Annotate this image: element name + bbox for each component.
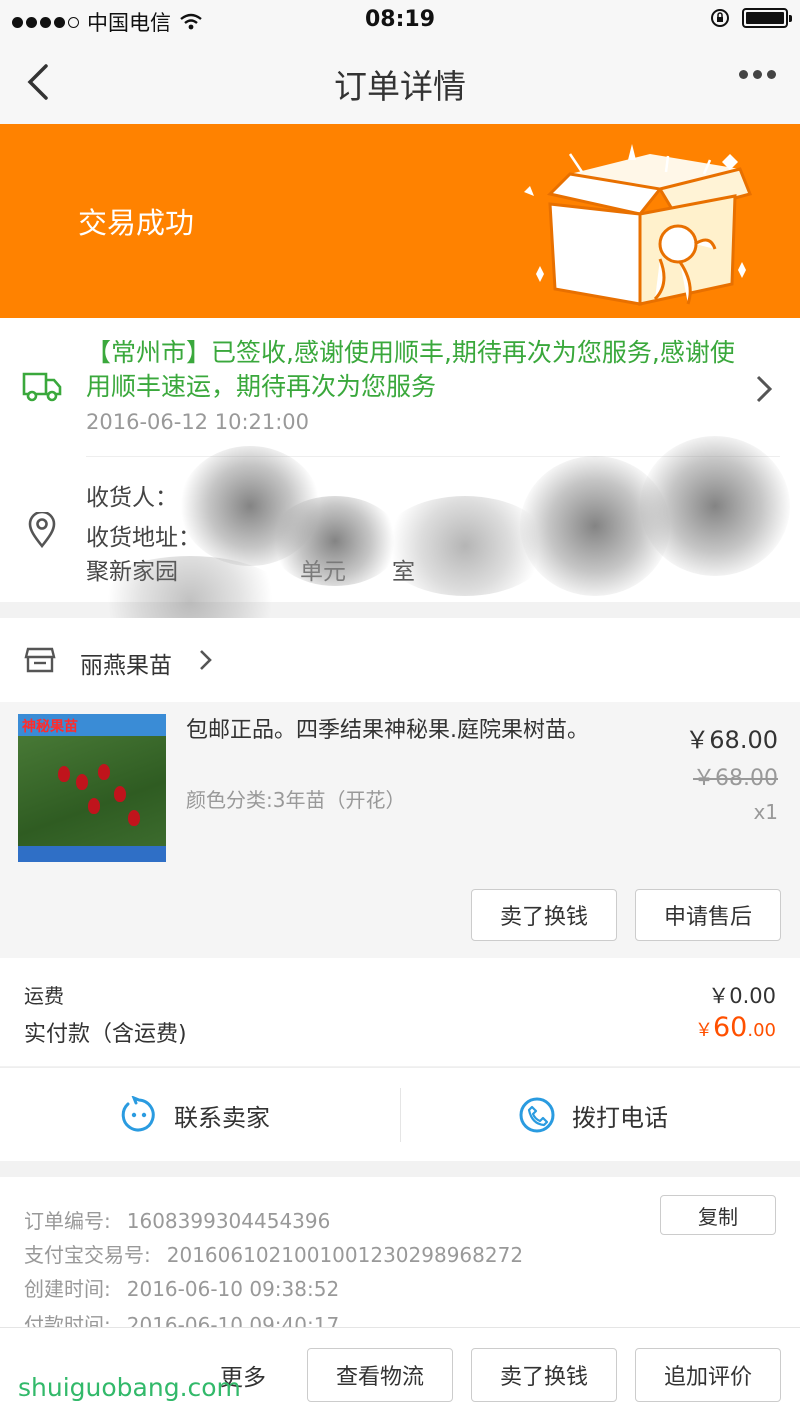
contact-seller-label: 联系卖家	[174, 1103, 270, 1132]
order-info: 订单编号: 1608399304454396 复制 支付宝交易号: 20160610…	[0, 1177, 800, 1337]
sell-again-button[interactable]: 卖了换钱	[471, 1348, 617, 1402]
watermark: shuiguobang.com	[18, 1373, 241, 1402]
nav-bar: 订单详情	[0, 40, 800, 124]
logistics-time: 2016-06-12 10:21:00	[86, 410, 310, 434]
call-phone-button[interactable]: 拨打电话	[518, 1096, 668, 1134]
alipay-number-row: 支付宝交易号: 2016061021001001230298968272	[24, 1239, 523, 1268]
truck-icon	[22, 372, 62, 402]
product-price: ￥68.00	[685, 726, 778, 754]
order-number-label: 订单编号:	[24, 1209, 111, 1233]
created-time-label: 创建时间:	[24, 1277, 111, 1301]
shop-row[interactable]: 丽燕果苗	[0, 618, 800, 702]
order-number-row: 订单编号: 1608399304454396	[24, 1205, 330, 1234]
contact-seller-button[interactable]: 联系卖家	[120, 1096, 270, 1134]
happy-box-illustration	[524, 144, 753, 306]
chevron-right-icon	[200, 650, 212, 670]
status-right	[710, 8, 792, 28]
address-card: 收货人： 收货地址： 聚新家园 单元 室	[0, 436, 800, 646]
contact-row: 联系卖家 拨打电话	[0, 1067, 800, 1161]
call-phone-label: 拨打电话	[572, 1103, 668, 1132]
location-pin-icon	[28, 512, 56, 548]
product-thumbnail[interactable]: 神秘果苗	[18, 714, 166, 862]
shipping-value: ￥0.00	[708, 984, 776, 1008]
alipay-number: 2016061021001001230298968272	[166, 1243, 524, 1267]
copy-button[interactable]: 复制	[660, 1195, 776, 1235]
paid-currency: ￥	[695, 1020, 713, 1041]
shipping-label: 运费	[24, 984, 64, 1008]
status-bar: 中国电信 08:19	[0, 0, 800, 40]
add-review-button[interactable]: 追加评价	[635, 1348, 781, 1402]
paid-decimal: .00	[747, 1020, 776, 1041]
paid-integer: 60	[713, 1012, 748, 1043]
sell-button[interactable]: 卖了换钱	[471, 889, 617, 941]
order-number: 1608399304454396	[126, 1209, 331, 1233]
product-quantity: x1	[753, 800, 778, 824]
product-title: 包邮正品。四季结果神秘果.庭院果树苗。	[186, 718, 589, 743]
store-icon	[24, 647, 56, 673]
order-item[interactable]: 神秘果苗 包邮正品。四季结果神秘果.庭院果树苗。 颜色分类:3年苗（开花） ￥6…	[0, 702, 800, 958]
order-status-banner: 交易成功	[0, 124, 800, 318]
paid-amount: ￥ 60 .00	[695, 1012, 776, 1043]
order-status-label: 交易成功	[78, 206, 195, 240]
shop-name: 丽燕果苗	[80, 653, 172, 679]
receiver-label: 收货人：	[86, 485, 178, 511]
product-original-price: ￥68.00	[693, 766, 778, 791]
fee-summary: 运费 ￥0.00 实付款（含运费) ￥ 60 .00	[0, 958, 800, 1066]
product-sku: 颜色分类:3年苗（开花）	[186, 788, 406, 812]
after-sale-button[interactable]: 申请售后	[635, 889, 781, 941]
rotation-lock-icon	[711, 9, 729, 27]
logistics-card[interactable]: 【常州市】已签收,感谢使用顺丰,期待再次为您服务,感谢使用顺丰速运，期待再次为您…	[0, 318, 800, 456]
battery-icon	[742, 8, 792, 28]
clock: 08:19	[364, 7, 436, 32]
thumbnail-text: 神秘果苗	[18, 714, 166, 736]
logistics-message: 【常州市】已签收,感谢使用顺丰,期待再次为您服务,感谢使用顺丰速运，期待再次为您…	[86, 338, 735, 401]
paid-label: 实付款（含运费)	[24, 1022, 187, 1047]
created-time-row: 创建时间: 2016-06-10 09:38:52	[24, 1273, 339, 1302]
phone-icon	[519, 1097, 555, 1133]
chevron-right-icon	[756, 375, 773, 403]
alipay-number-label: 支付宝交易号:	[24, 1243, 151, 1267]
divider	[400, 1088, 401, 1142]
chat-face-icon	[121, 1096, 155, 1132]
more-dots-icon[interactable]	[739, 70, 776, 79]
page-title: 订单详情	[334, 67, 466, 106]
view-logistics-button[interactable]: 查看物流	[307, 1348, 453, 1402]
created-time: 2016-06-10 09:38:52	[126, 1277, 340, 1301]
